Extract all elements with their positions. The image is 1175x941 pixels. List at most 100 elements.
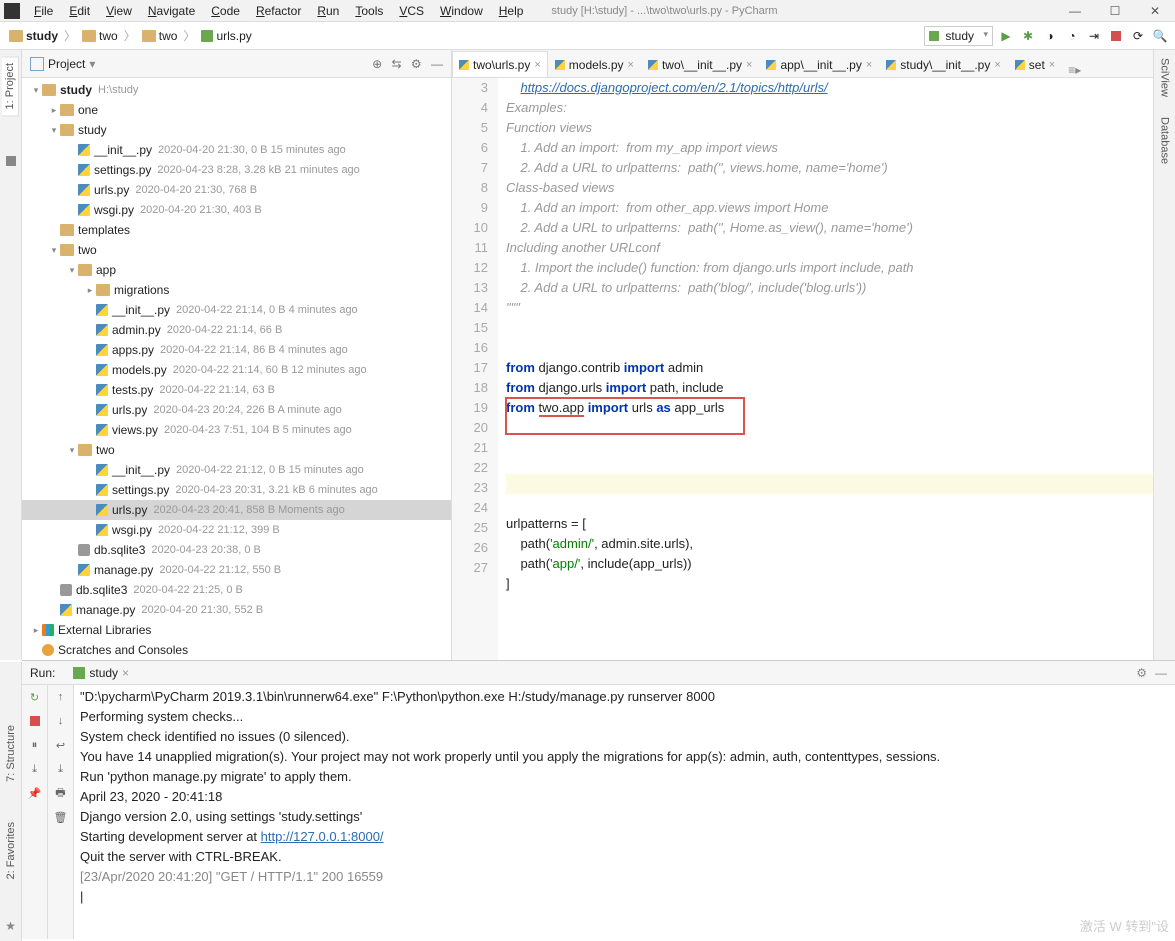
- tree-row[interactable]: urls.py2020-04-23 20:24, 226 B A minute …: [22, 400, 451, 420]
- tree-row[interactable]: ▾study: [22, 120, 451, 140]
- rerun-icon[interactable]: ↻: [27, 689, 43, 705]
- close-button[interactable]: ✕: [1135, 0, 1175, 22]
- tree-row[interactable]: ▸one: [22, 100, 451, 120]
- more-tabs-icon[interactable]: ≡▸: [1062, 63, 1087, 77]
- print-icon[interactable]: 🖶: [53, 785, 69, 801]
- tree-row[interactable]: db.sqlite32020-04-22 21:25, 0 B: [22, 580, 451, 600]
- stop-icon[interactable]: [1107, 27, 1125, 45]
- code-editor[interactable]: 3456789101112131415161718192021222324252…: [452, 78, 1175, 660]
- debug-icon[interactable]: ✱: [1019, 27, 1037, 45]
- tree-row[interactable]: settings.py2020-04-23 20:31, 3.21 kB 6 m…: [22, 480, 451, 500]
- tree-row[interactable]: Scratches and Consoles: [22, 640, 451, 660]
- close-tab-icon[interactable]: ×: [534, 59, 540, 71]
- breadcrumb-item[interactable]: urls.py: [198, 27, 254, 45]
- tree-row[interactable]: __init__.py2020-04-20 21:30, 0 B 15 minu…: [22, 140, 451, 160]
- tree-toggle-icon[interactable]: ▸: [48, 105, 60, 116]
- exit-icon[interactable]: ⤓: [27, 761, 43, 777]
- editor-tab[interactable]: two\urls.py×: [452, 51, 548, 77]
- run-tab-study[interactable]: study ×: [67, 664, 135, 682]
- maximize-button[interactable]: ☐: [1095, 0, 1135, 22]
- console-output[interactable]: "D:\pycharm\PyCharm 2019.3.1\bin\runnerw…: [74, 685, 1175, 939]
- tree-row[interactable]: views.py2020-04-23 7:51, 104 B 5 minutes…: [22, 420, 451, 440]
- tree-toggle-icon[interactable]: ▾: [48, 245, 60, 256]
- up-icon[interactable]: ↑: [53, 689, 69, 705]
- pin-icon[interactable]: 📌: [27, 785, 43, 801]
- menu-help[interactable]: Help: [491, 2, 532, 20]
- dropdown-icon[interactable]: ▾: [89, 57, 95, 71]
- tree-row[interactable]: apps.py2020-04-22 21:14, 86 B 4 minutes …: [22, 340, 451, 360]
- tree-row[interactable]: ▸migrations: [22, 280, 451, 300]
- tree-row[interactable]: __init__.py2020-04-22 21:12, 0 B 15 minu…: [22, 460, 451, 480]
- project-tool-tab[interactable]: 1: Project: [2, 56, 19, 116]
- tree-row[interactable]: __init__.py2020-04-22 21:14, 0 B 4 minut…: [22, 300, 451, 320]
- breadcrumb-item[interactable]: study: [6, 27, 61, 45]
- tree-row[interactable]: ▾two: [22, 240, 451, 260]
- pause-icon[interactable]: ⏸: [27, 737, 43, 753]
- database-tool-tab[interactable]: Database: [1159, 117, 1171, 164]
- attach-icon[interactable]: ⇥: [1085, 27, 1103, 45]
- tree-row[interactable]: db.sqlite32020-04-23 20:38, 0 B: [22, 540, 451, 560]
- menu-window[interactable]: Window: [432, 2, 491, 20]
- tree-toggle-icon[interactable]: ▾: [66, 265, 78, 276]
- menu-file[interactable]: File: [26, 2, 61, 20]
- tree-row[interactable]: ▾app: [22, 260, 451, 280]
- run-settings-icon[interactable]: ⚙: [1136, 666, 1147, 680]
- editor-tab[interactable]: study\__init__.py×: [879, 51, 1008, 77]
- minimize-button[interactable]: —: [1055, 0, 1095, 22]
- hide-icon[interactable]: —: [431, 57, 443, 71]
- tree-row[interactable]: wsgi.py2020-04-20 21:30, 403 B: [22, 200, 451, 220]
- sciview-tool-tab[interactable]: SciView: [1159, 58, 1171, 97]
- tree-row[interactable]: templates: [22, 220, 451, 240]
- menu-tools[interactable]: Tools: [347, 2, 391, 20]
- close-tab-icon[interactable]: ×: [1049, 59, 1055, 71]
- editor-tab[interactable]: models.py×: [548, 51, 641, 77]
- stop-run-icon[interactable]: [27, 713, 43, 729]
- favorites-tool-tab[interactable]: 2: Favorites: [5, 822, 17, 879]
- editor-tab[interactable]: app\__init__.py×: [759, 51, 879, 77]
- down-icon[interactable]: ↓: [53, 713, 69, 729]
- coverage-icon[interactable]: ◑: [1041, 27, 1059, 45]
- editor-tab[interactable]: set×: [1008, 51, 1062, 77]
- tree-toggle-icon[interactable]: ▾: [30, 85, 42, 96]
- tree-row[interactable]: admin.py2020-04-22 21:14, 66 B: [22, 320, 451, 340]
- project-tree[interactable]: ▾studyH:\study▸one▾study__init__.py2020-…: [22, 78, 451, 660]
- run-hide-icon[interactable]: —: [1155, 666, 1167, 680]
- tree-toggle-icon[interactable]: ▸: [84, 285, 96, 296]
- breadcrumb-item[interactable]: two: [139, 27, 181, 45]
- tree-toggle-icon[interactable]: ▸: [30, 625, 42, 636]
- menu-code[interactable]: Code: [203, 2, 248, 20]
- close-tab-icon[interactable]: ×: [122, 666, 129, 680]
- tree-row[interactable]: ▾two: [22, 440, 451, 460]
- tree-toggle-icon[interactable]: ▾: [48, 125, 60, 136]
- editor-tab[interactable]: two\__init__.py×: [641, 51, 760, 77]
- tree-row[interactable]: ▸External Libraries: [22, 620, 451, 640]
- menu-view[interactable]: View: [98, 2, 140, 20]
- breadcrumb-item[interactable]: two: [79, 27, 121, 45]
- menu-navigate[interactable]: Navigate: [140, 2, 203, 20]
- tree-row[interactable]: ▾studyH:\study: [22, 80, 451, 100]
- softwrap-icon[interactable]: ↩: [53, 737, 69, 753]
- menu-edit[interactable]: Edit: [61, 2, 98, 20]
- menu-refactor[interactable]: Refactor: [248, 2, 309, 20]
- run-configuration-select[interactable]: study: [924, 26, 993, 46]
- profile-icon[interactable]: ◔: [1063, 27, 1081, 45]
- close-tab-icon[interactable]: ×: [866, 59, 872, 71]
- close-tab-icon[interactable]: ×: [994, 59, 1000, 71]
- tree-row[interactable]: urls.py2020-04-23 20:41, 858 B Moments a…: [22, 500, 451, 520]
- tree-row[interactable]: urls.py2020-04-20 21:30, 768 B: [22, 180, 451, 200]
- tree-toggle-icon[interactable]: ▾: [66, 445, 78, 456]
- structure-tool-tab[interactable]: 7: Structure: [5, 725, 17, 782]
- tree-row[interactable]: manage.py2020-04-20 21:30, 552 B: [22, 600, 451, 620]
- tree-row[interactable]: tests.py2020-04-22 21:14, 63 B: [22, 380, 451, 400]
- code-content[interactable]: https://docs.djangoproject.com/en/2.1/to…: [498, 78, 1175, 660]
- run-icon[interactable]: ▶: [997, 27, 1015, 45]
- menu-vcs[interactable]: VCS: [391, 2, 432, 20]
- update-icon[interactable]: ⟳: [1129, 27, 1147, 45]
- tree-row[interactable]: models.py2020-04-22 21:14, 60 B 12 minut…: [22, 360, 451, 380]
- close-tab-icon[interactable]: ×: [628, 59, 634, 71]
- locate-icon[interactable]: ⊕: [372, 57, 382, 71]
- tree-row[interactable]: settings.py2020-04-23 8:28, 3.28 kB 21 m…: [22, 160, 451, 180]
- menu-run[interactable]: Run: [309, 2, 347, 20]
- clear-icon[interactable]: 🗑: [53, 809, 69, 825]
- collapse-icon[interactable]: ⇆: [391, 57, 401, 71]
